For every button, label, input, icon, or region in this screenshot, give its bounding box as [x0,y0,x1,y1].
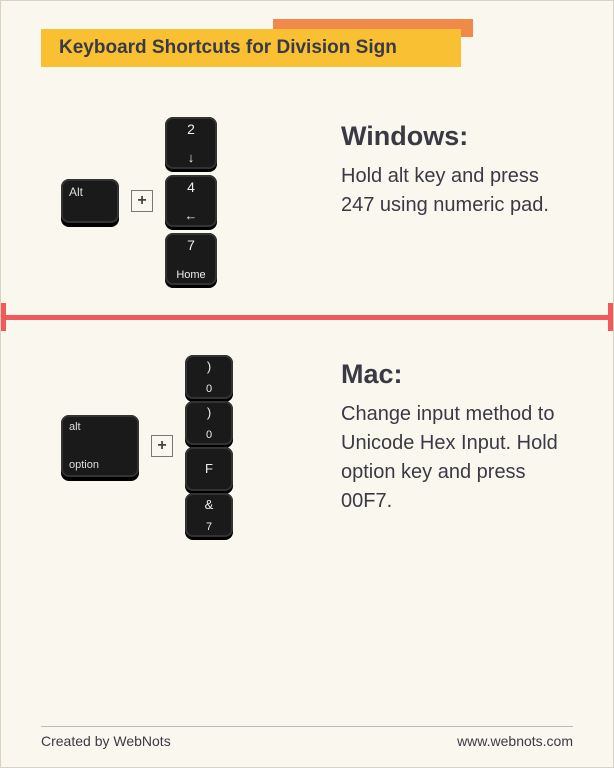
mac-keys: alt option + ) 0 ) 0 F & 7 [61,355,321,537]
mac-section: alt option + ) 0 ) 0 F & 7 Mac: Change i… [1,335,613,547]
numkey-2: 2 ↓ [165,117,217,169]
mac-text: Mac: Change input method to Unicode Hex … [341,355,573,516]
windows-body: Hold alt key and press 247 using numeric… [341,162,573,220]
footer: Created by WebNots www.webnots.com [41,726,573,749]
plus-icon: + [131,190,153,212]
footer-credit: Created by WebNots [41,733,171,749]
mac-body: Change input method to Unicode Hex Input… [341,400,573,516]
windows-heading: Windows: [341,117,573,156]
numkey-7: 7 Home [165,233,217,285]
divider-bar [1,315,613,320]
windows-section: Alt + 2 ↓ 4 ← 7 Home Windows: Hold alt k… [1,97,613,295]
windows-numkeys: 2 ↓ 4 ← 7 Home [165,117,217,285]
left-arrow-icon: ← [165,208,217,223]
footer-url: www.webnots.com [457,733,573,749]
option-key-mac: alt option [61,415,139,477]
key-label-top: F [185,461,233,476]
key-label-top: ) [185,359,233,374]
numkey-7: & 7 [185,493,233,537]
mac-heading: Mac: [341,355,573,394]
key-label-bot: 7 [185,521,233,533]
windows-text: Windows: Hold alt key and press 247 usin… [341,117,573,220]
down-arrow-icon: ↓ [165,150,217,165]
divider-cap-right [608,303,613,331]
plus-icon: + [151,435,173,457]
option-key-label-bot: option [69,459,99,471]
numkey-4: 4 ← [165,175,217,227]
windows-keys: Alt + 2 ↓ 4 ← 7 Home [61,117,321,285]
key-label-top: 2 [165,121,217,137]
title-banner: Keyboard Shortcuts for Division Sign [41,25,461,71]
page-title: Keyboard Shortcuts for Division Sign [41,29,461,67]
alt-key-windows: Alt [61,179,119,223]
key-label-bot: 0 [185,429,233,441]
key-label-top: 7 [165,237,217,253]
option-key-label-top: alt [69,421,81,433]
numkey-0a: ) 0 [185,355,233,399]
key-label-top: ) [185,405,233,420]
numkey-f: F [185,447,233,491]
alt-key-label: Alt [69,185,83,199]
key-label-bot: Home [165,269,217,281]
mac-numkeys: ) 0 ) 0 F & 7 [185,355,233,537]
numkey-0b: ) 0 [185,401,233,445]
key-label-bot: 0 [185,383,233,395]
key-label-top: & [185,497,233,512]
key-label-top: 4 [165,179,217,195]
section-divider [1,303,613,331]
